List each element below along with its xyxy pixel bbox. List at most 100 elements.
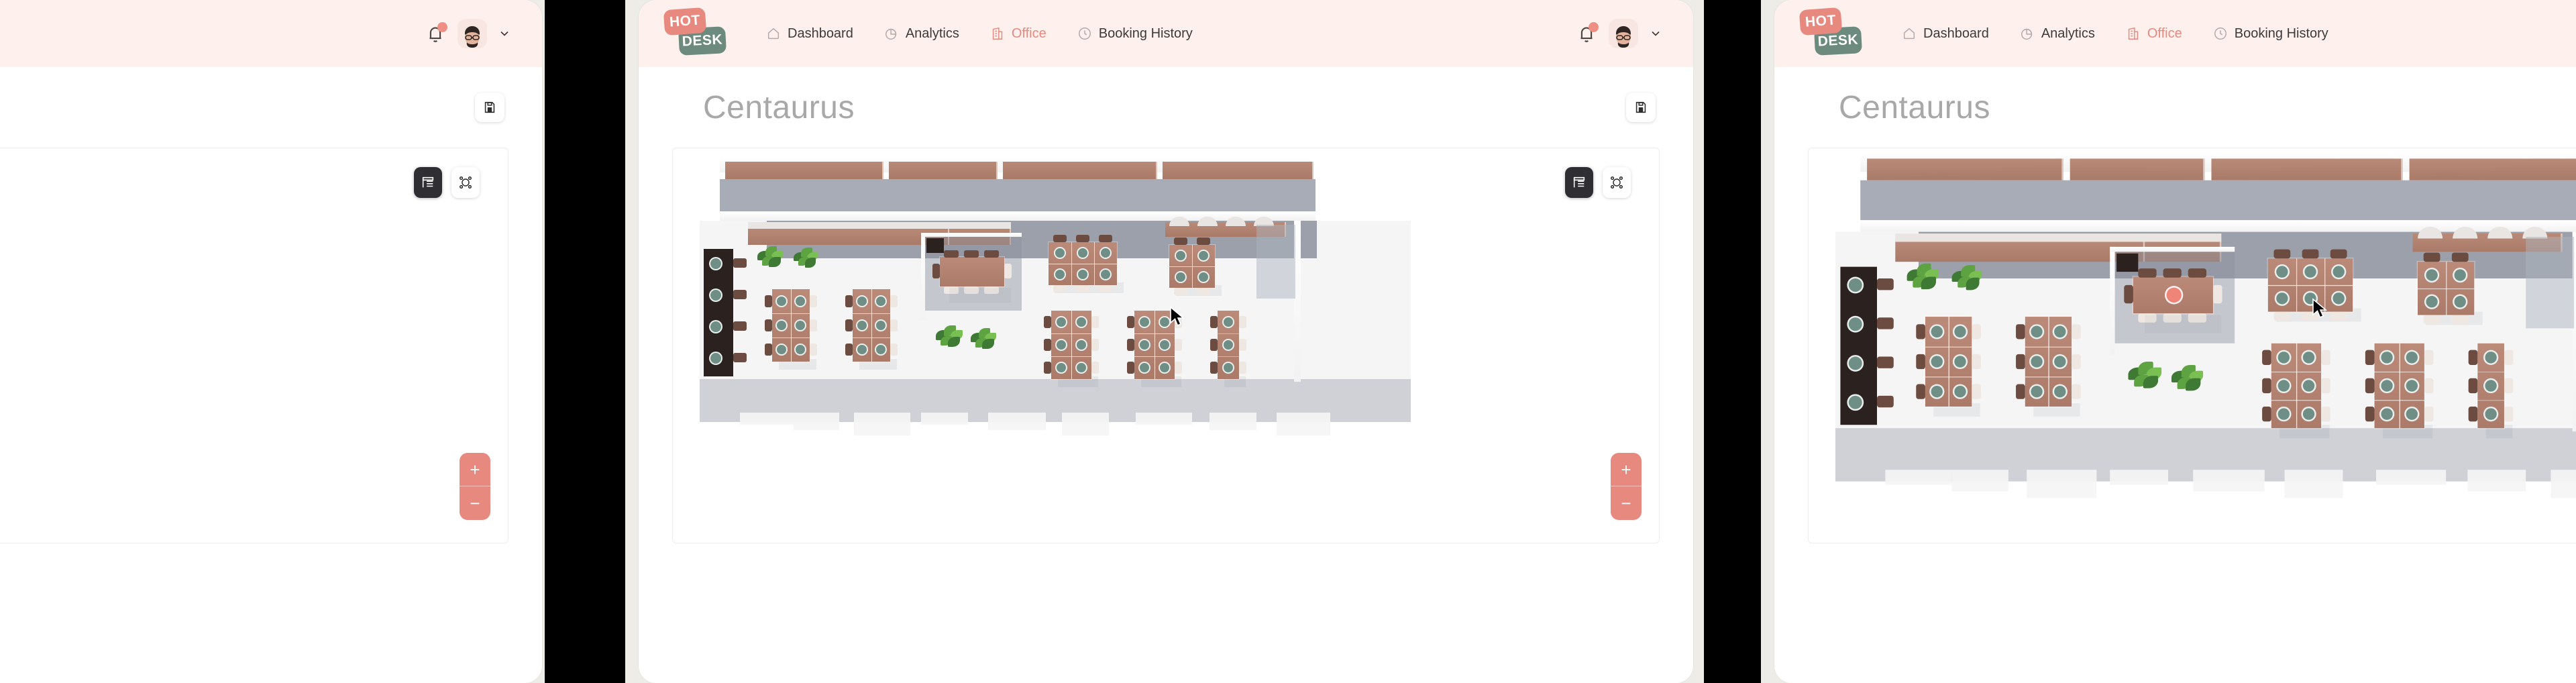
seat-available[interactable] (2029, 384, 2044, 399)
floorplan-viewport[interactable] (0, 148, 508, 543)
nav-item-booking-history[interactable]: Booking History (2210, 22, 2331, 46)
seat-available[interactable] (2053, 384, 2068, 399)
seat-available[interactable] (709, 257, 722, 270)
floorplan-viewport[interactable] (1809, 148, 2576, 543)
seat-available[interactable] (2276, 350, 2291, 365)
seat-available[interactable] (2053, 354, 2068, 369)
seat-available[interactable] (2303, 264, 2318, 279)
seat-available[interactable] (2276, 378, 2291, 393)
avatar[interactable] (458, 19, 487, 48)
notification-button[interactable] (1575, 22, 1598, 45)
notification-button[interactable] (424, 22, 447, 45)
chevron-down-icon[interactable] (1649, 27, 1662, 40)
conference-table[interactable] (940, 257, 1004, 286)
seat-available[interactable] (2029, 324, 2044, 339)
seat-available[interactable] (2453, 295, 2467, 309)
seat-available[interactable] (775, 319, 788, 331)
zoom-controls[interactable]: + − (1611, 453, 1642, 520)
seat-available[interactable] (1847, 316, 1864, 333)
seat-available[interactable] (775, 344, 788, 356)
zoom-controls[interactable]: + − (460, 453, 490, 520)
brand-logo[interactable]: HOT DESK (663, 7, 733, 60)
seat-available[interactable] (1077, 247, 1089, 259)
seat-available[interactable] (1953, 354, 1968, 369)
seat-available[interactable] (709, 288, 722, 302)
seat-available[interactable] (2029, 354, 2044, 369)
seat-selected[interactable] (2165, 286, 2183, 304)
seat-available[interactable] (1222, 339, 1234, 351)
zoom-out-button[interactable]: − (1611, 486, 1642, 520)
seat-available[interactable] (1175, 271, 1187, 283)
node-view-button[interactable] (1603, 167, 1631, 198)
seat-available[interactable] (1159, 339, 1171, 351)
floorplan-view-button[interactable] (1565, 167, 1593, 198)
seat-available[interactable] (709, 320, 722, 333)
seat-available[interactable] (2379, 407, 2394, 421)
seat-available[interactable] (1175, 250, 1187, 262)
seat-available[interactable] (1159, 316, 1171, 328)
seat-available[interactable] (875, 319, 887, 331)
seat-available[interactable] (2483, 407, 2498, 421)
seat-available[interactable] (1138, 339, 1150, 351)
seat-available[interactable] (794, 295, 806, 307)
seat-available[interactable] (2275, 264, 2290, 279)
seat-available[interactable] (1099, 268, 1112, 280)
node-view-button[interactable] (451, 167, 480, 198)
seat-available[interactable] (1055, 362, 1067, 374)
floorplan-viewport[interactable] (673, 148, 1659, 543)
seat-available[interactable] (1055, 339, 1067, 351)
seat-available[interactable] (709, 352, 722, 365)
seat-available[interactable] (2404, 407, 2419, 421)
seat-available[interactable] (1075, 339, 1087, 351)
seat-available[interactable] (1847, 394, 1864, 411)
seat-available[interactable] (2404, 378, 2419, 393)
save-button[interactable] (1626, 93, 1656, 122)
nav-item-dashboard[interactable]: Dashboard (1899, 22, 1992, 46)
brand-logo[interactable]: HOT DESK (1799, 7, 1868, 60)
seat-available[interactable] (2483, 378, 2498, 393)
seat-available[interactable] (2276, 407, 2291, 421)
save-button[interactable] (475, 93, 504, 122)
seat-available[interactable] (1075, 316, 1087, 328)
seat-available[interactable] (2301, 407, 2316, 421)
seat-available[interactable] (1159, 362, 1171, 374)
seat-available[interactable] (1138, 316, 1150, 328)
seat-available[interactable] (2301, 350, 2316, 365)
floorplan-canvas-left[interactable]: + − (0, 148, 508, 543)
avatar[interactable] (1609, 19, 1638, 48)
nav-item-dashboard[interactable]: Dashboard (763, 22, 856, 46)
seat-available[interactable] (1847, 355, 1864, 372)
seat-available[interactable] (856, 319, 868, 331)
seat-available[interactable] (2404, 350, 2419, 365)
floorplan-view-button[interactable] (414, 167, 442, 198)
seat-available[interactable] (1953, 324, 1968, 339)
nav-item-office[interactable]: Office (987, 22, 1049, 46)
seat-available[interactable] (794, 319, 806, 331)
seat-available[interactable] (2303, 291, 2318, 306)
seat-available[interactable] (2424, 295, 2439, 309)
seat-available[interactable] (2275, 291, 2290, 306)
seat-available[interactable] (1075, 362, 1087, 374)
zoom-in-button[interactable]: + (1611, 453, 1642, 486)
seat-available[interactable] (1054, 268, 1066, 280)
seat-available[interactable] (1197, 271, 1210, 283)
nav-item-analytics[interactable]: Analytics (2017, 22, 2098, 46)
seat-available[interactable] (1929, 354, 1944, 369)
seat-available[interactable] (775, 295, 788, 307)
nav-item-analytics[interactable]: Analytics (881, 22, 962, 46)
seat-available[interactable] (1099, 247, 1112, 259)
floorplan-canvas-right[interactable] (1808, 148, 2576, 543)
zoom-in-button[interactable]: + (460, 453, 490, 486)
seat-available[interactable] (856, 295, 868, 307)
seat-available[interactable] (875, 344, 887, 356)
floorplan-canvas-mid[interactable]: + − (672, 148, 1660, 543)
zoom-out-button[interactable]: − (460, 486, 490, 520)
seat-available[interactable] (794, 344, 806, 356)
seat-available[interactable] (2379, 378, 2394, 393)
chevron-down-icon[interactable] (498, 27, 511, 40)
seat-available[interactable] (2379, 350, 2394, 365)
nav-item-booking-history[interactable]: Booking History (1075, 22, 1195, 46)
seat-available[interactable] (1077, 268, 1089, 280)
seat-available[interactable] (1054, 247, 1066, 259)
seat-available[interactable] (1953, 384, 1968, 399)
